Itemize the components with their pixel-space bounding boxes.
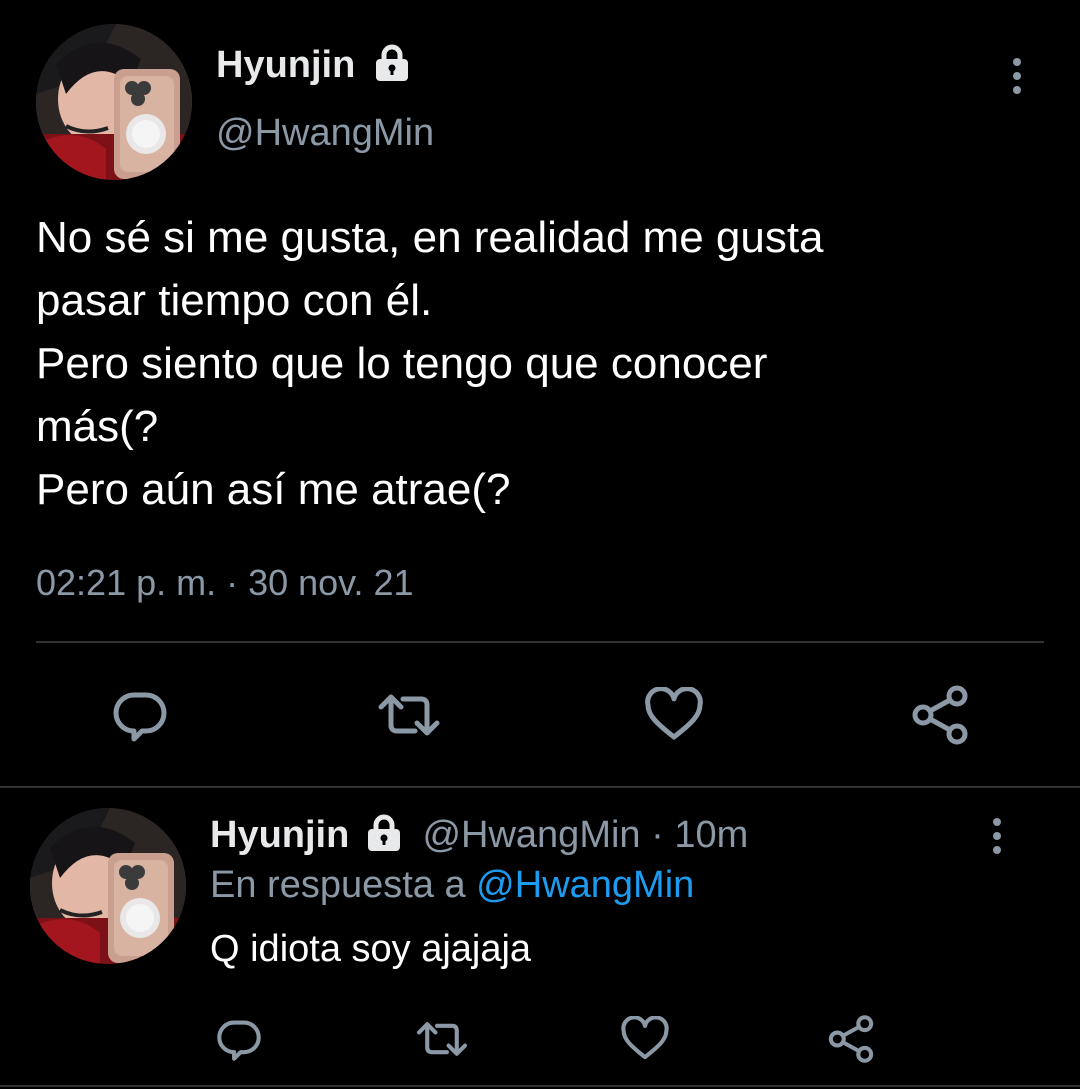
reply-like-button[interactable] — [618, 1014, 672, 1064]
share-button[interactable] — [908, 683, 972, 747]
reply-more-options-button[interactable] — [990, 818, 1004, 854]
reply-context-prefix: En respuesta a — [210, 864, 477, 906]
tweet-timestamp[interactable]: 02:21 p. m. · 30 nov. 21 — [36, 562, 414, 604]
reply-retweet-button[interactable] — [412, 1014, 472, 1064]
reply-to-link[interactable]: @HwangMin — [476, 864, 694, 906]
reply-text: Q idiota soy ajajaja — [210, 928, 532, 970]
reply-icon — [217, 1020, 261, 1061]
retweet-icon — [416, 1022, 468, 1056]
reply-header: Hyunjin @HwangMin · 10m — [210, 814, 748, 857]
divider — [36, 641, 1044, 643]
share-icon — [912, 685, 968, 745]
more-vertical-icon — [993, 818, 1001, 826]
more-options-button[interactable] — [1010, 58, 1024, 94]
tweet-text: No sé si me gusta, en realidad me gusta … — [36, 213, 824, 514]
bottom-separator — [0, 1085, 1080, 1087]
like-button[interactable] — [642, 685, 706, 745]
reply-share-button[interactable] — [824, 1012, 878, 1066]
lock-icon — [367, 814, 400, 851]
reply-reply-button[interactable] — [214, 1014, 264, 1064]
reply-context: En respuesta a @HwangMin — [210, 864, 694, 907]
display-name-text: Hyunjin — [216, 44, 356, 86]
lock-icon — [375, 44, 408, 81]
avatar[interactable] — [36, 24, 192, 180]
display-name[interactable]: Hyunjin — [216, 44, 412, 87]
share-icon — [828, 1015, 874, 1063]
retweet-icon — [378, 694, 440, 736]
reply-display-name[interactable]: Hyunjin — [210, 814, 349, 856]
tweet-separator — [0, 786, 1080, 788]
avatar-image — [36, 24, 192, 180]
username-handle[interactable]: @HwangMin — [216, 112, 434, 155]
reply-avatar[interactable] — [30, 808, 186, 964]
heart-icon — [621, 1016, 669, 1060]
avatar-image — [30, 808, 186, 964]
reply-icon — [113, 692, 167, 742]
more-vertical-icon — [1013, 58, 1021, 66]
reply-handle-time[interactable]: @HwangMin · 10m — [422, 814, 748, 856]
reply-button[interactable] — [110, 685, 170, 745]
heart-icon — [645, 687, 703, 740]
retweet-button[interactable] — [374, 685, 444, 745]
